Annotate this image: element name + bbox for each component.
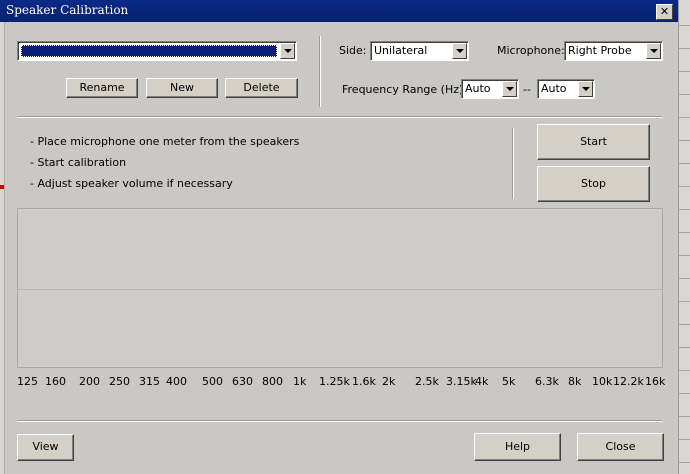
microphone-select[interactable]: Right Probe (564, 41, 663, 61)
divider (17, 116, 662, 118)
frequency-label: 6.3k (535, 375, 559, 388)
rename-button[interactable]: Rename (66, 78, 138, 98)
side-value: Unilateral (374, 44, 428, 57)
background-window-edge-right (678, 0, 690, 474)
frequency-label: 3.15k (446, 375, 477, 388)
frequency-from-select[interactable]: Auto (461, 79, 519, 99)
microphone-value: Right Probe (568, 44, 632, 57)
chevron-down-icon[interactable] (578, 81, 593, 97)
frequency-label: 200 (79, 375, 100, 388)
frequency-label: 1k (293, 375, 307, 388)
graph-reference-line (18, 289, 662, 290)
divider (17, 420, 662, 422)
frequency-label: 2.5k (415, 375, 439, 388)
new-button[interactable]: New (146, 78, 218, 98)
instruction-item: - Place microphone one meter from the sp… (30, 135, 300, 148)
frequency-label: 12.2k (613, 375, 644, 388)
side-select[interactable]: Unilateral (370, 41, 469, 61)
help-button[interactable]: Help (474, 433, 561, 461)
frequency-range-label: Frequency Range (Hz): (342, 83, 468, 96)
start-button[interactable]: Start (537, 124, 650, 160)
frequency-to-value: Auto (541, 82, 567, 95)
background-marker (0, 185, 4, 189)
frequency-label: 8k (568, 375, 582, 388)
calibration-graph (17, 208, 663, 368)
divider (512, 128, 514, 199)
frequency-label: 5k (502, 375, 516, 388)
frequency-range-separator: -- (523, 83, 531, 96)
frequency-label: 500 (202, 375, 223, 388)
frequency-label: 4k (475, 375, 489, 388)
delete-button[interactable]: Delete (225, 78, 298, 98)
frequency-label: 630 (232, 375, 253, 388)
frequency-label: 16k (645, 375, 666, 388)
title-bar[interactable]: Speaker Calibration ✕ (0, 0, 678, 22)
frequency-label: 800 (262, 375, 283, 388)
close-icon[interactable]: ✕ (656, 4, 673, 20)
window-title: Speaker Calibration (6, 3, 129, 17)
chevron-down-icon[interactable] (280, 43, 295, 59)
frequency-label: 125 (17, 375, 38, 388)
divider (319, 36, 321, 107)
frequency-label: 250 (109, 375, 130, 388)
frequency-label: 315 (139, 375, 160, 388)
frequency-label: 2k (382, 375, 396, 388)
view-button[interactable]: View (17, 434, 74, 461)
frequency-label: 160 (45, 375, 66, 388)
microphone-label: Microphone: (497, 44, 565, 57)
chevron-down-icon[interactable] (646, 43, 661, 59)
frequency-label: 1.25k (319, 375, 350, 388)
frequency-to-select[interactable]: Auto (537, 79, 595, 99)
instruction-item: - Adjust speaker volume if necessary (30, 177, 233, 190)
side-label: Side: (339, 44, 367, 57)
background-window-edge-left (0, 22, 5, 474)
frequency-from-value: Auto (465, 82, 491, 95)
frequency-label: 400 (166, 375, 187, 388)
profile-select[interactable] (17, 41, 297, 61)
stop-button[interactable]: Stop (537, 166, 650, 202)
profile-selection-highlight (21, 45, 277, 57)
instruction-item: - Start calibration (30, 156, 127, 169)
chevron-down-icon[interactable] (452, 43, 467, 59)
frequency-label: 1.6k (352, 375, 376, 388)
close-button[interactable]: Close (577, 433, 664, 461)
chevron-down-icon[interactable] (502, 81, 517, 97)
frequency-label: 10k (592, 375, 613, 388)
